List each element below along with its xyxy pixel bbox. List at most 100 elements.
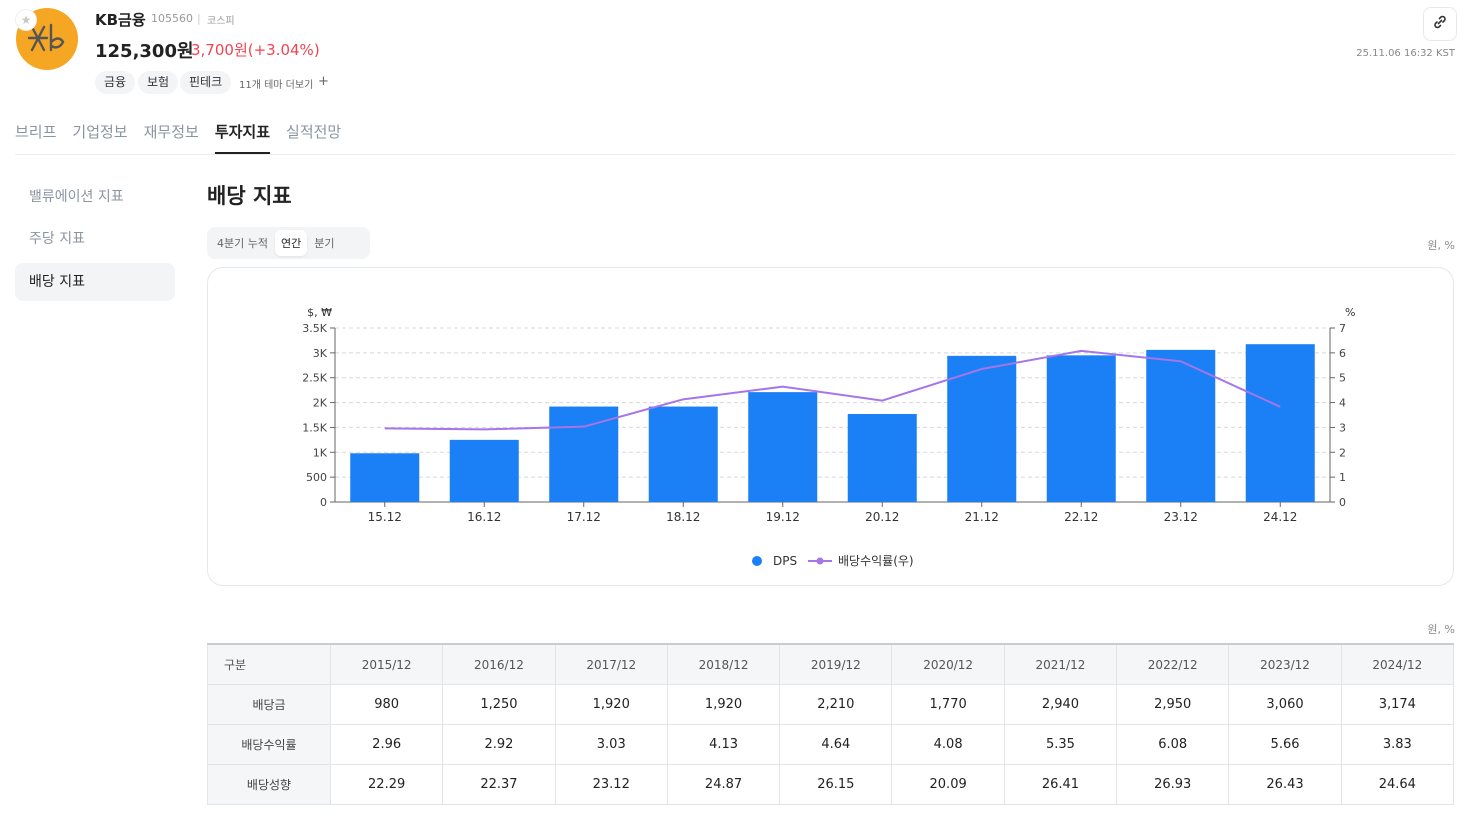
dividend-table: 구분 2015/12 2016/12 2017/12 2018/12 2019/… (207, 643, 1455, 805)
tab-brief[interactable]: 브리프 (15, 121, 56, 154)
x-tick-label: 15.12 (368, 510, 402, 524)
table-cell: 1,250 (442, 684, 556, 725)
price-change: 3,700원(+3.04%) (191, 41, 320, 59)
table-cell: 22.37 (442, 764, 556, 805)
chart-unit-label: 원, % (1427, 239, 1455, 252)
dividend-yield-line (384, 349, 1281, 431)
x-tick-label: 20.12 (865, 510, 899, 524)
table-header-cell: 2023/12 (1228, 643, 1342, 685)
table-header-cell: 2017/12 (554, 643, 668, 685)
legend-dps-label: DPS (773, 554, 797, 568)
table-header-cell: 2022/12 (1116, 643, 1230, 685)
x-tick-label: 17.12 (567, 510, 601, 524)
y-right-tick-label: 6 (1339, 347, 1346, 360)
table-cell: 3.83 (1340, 724, 1455, 765)
y-left-tick-label: 0 (320, 496, 327, 509)
table-cell: 26.15 (779, 764, 893, 805)
timestamp: 25.11.06 16:32 KST (1356, 48, 1455, 59)
table-cell: 2.96 (329, 724, 444, 765)
table-cell: 1,920 (666, 684, 781, 725)
table-cell: 1,920 (554, 684, 668, 725)
dps-bar (449, 439, 519, 502)
x-tick-label: 18.12 (666, 510, 700, 524)
legend-yield-marker (816, 557, 824, 565)
page-title: 배당 지표 (207, 184, 292, 208)
table-header-cell: 구분 (207, 643, 331, 685)
tab-divider (15, 154, 1455, 155)
dps-bar (648, 406, 718, 502)
period-option-4q-cumulative[interactable]: 4분기 누적 (211, 230, 274, 256)
table-cell: 6.08 (1116, 724, 1230, 765)
dividend-chart: 0 500 1K 1.5K 2K 2.5K 3K 3.5K 0 1 2 3 4 5 6 7 $, ₩ % 15.12… (302, 306, 1355, 568)
table-cell: 26.41 (1003, 764, 1118, 805)
table-cell: 4.64 (779, 724, 893, 765)
y-right-tick-label: 0 (1339, 496, 1346, 509)
table-header-cell: 2015/12 (329, 643, 444, 685)
y-right-axis-label: % (1345, 306, 1355, 319)
table-cell: 24.64 (1340, 764, 1455, 805)
y-left-axis-label: $, ₩ (307, 306, 332, 319)
y-left-tick-label: 2.5K (302, 372, 327, 385)
table-header-cell: 2019/12 (779, 643, 893, 685)
header-separator: | (197, 12, 201, 25)
tab-earnings-forecast[interactable]: 실적전망 (286, 121, 341, 154)
link-icon (1432, 14, 1448, 34)
dps-bar (1245, 344, 1315, 502)
share-link-button[interactable] (1423, 7, 1457, 41)
table-cell: 26.93 (1116, 764, 1230, 805)
stock-name: KB금융 (95, 11, 146, 29)
table-cell: 5.35 (1003, 724, 1118, 765)
table-cell: 3.03 (554, 724, 668, 765)
theme-tag[interactable]: 핀테크 (180, 71, 232, 94)
dps-bar (947, 355, 1017, 502)
table-cell: 1,770 (891, 684, 1005, 725)
table-cell: 26.43 (1228, 764, 1342, 805)
current-price: 125,300원 (95, 41, 194, 62)
table-header-cell: 2024/12 (1340, 643, 1455, 685)
row-label: 배당수익률 (207, 724, 331, 765)
table-cell: 23.12 (554, 764, 668, 805)
plus-icon[interactable]: + (318, 74, 329, 89)
table-cell: 2.92 (442, 724, 556, 765)
period-option-quarterly[interactable]: 분기 (308, 230, 340, 256)
period-option-annual[interactable]: 연간 (274, 230, 308, 256)
table-cell: 22.29 (329, 764, 444, 805)
y-right-tick-label: 1 (1339, 471, 1346, 484)
x-tick-label: 21.12 (965, 510, 999, 524)
sidebar-item-per-share[interactable]: 주당 지표 (15, 220, 175, 258)
stock-code: 105560 (151, 12, 193, 25)
tab-investment-indicators[interactable]: 투자지표 (214, 121, 271, 154)
y-right-tick-label: 7 (1339, 322, 1346, 335)
table-cell: 24.87 (666, 764, 781, 805)
x-tick-label: 19.12 (766, 510, 800, 524)
table-header-row: 구분 2015/12 2016/12 2017/12 2018/12 2019/… (207, 643, 1455, 685)
table-cell: 980 (329, 684, 444, 725)
y-right-tick-label: 3 (1339, 421, 1346, 434)
row-label: 배당금 (207, 684, 331, 725)
y-right-tick-label: 4 (1339, 397, 1346, 410)
tab-company-info[interactable]: 기업정보 (72, 121, 127, 154)
favorite-star-icon[interactable]: ★ (16, 10, 36, 30)
table-row: 배당성향 22.29 22.37 23.12 24.87 26.15 20.09… (207, 764, 1455, 805)
table-cell: 2,950 (1116, 684, 1230, 725)
x-tick-label: 22.12 (1064, 510, 1098, 524)
table-cell: 4.08 (891, 724, 1005, 765)
x-tick-label: 23.12 (1164, 510, 1198, 524)
sidebar-item-valuation[interactable]: 밸류에이션 지표 (15, 178, 175, 216)
more-themes-link[interactable]: 11개 테마 더보기 (239, 76, 313, 91)
theme-tag[interactable]: 금융 (95, 71, 136, 94)
tab-financials[interactable]: 재무정보 (144, 121, 199, 154)
y-left-tick-label: 2K (313, 397, 328, 410)
sidebar-item-dividend[interactable]: 배당 지표 (15, 263, 175, 301)
theme-tag[interactable]: 보험 (138, 71, 179, 94)
period-selector: 4분기 누적 연간 분기 (207, 227, 370, 259)
dps-bar (748, 392, 818, 502)
table-cell: 3,060 (1228, 684, 1342, 725)
legend-yield-label: 배당수익률(우) (838, 554, 914, 568)
table-cell: 4.13 (666, 724, 781, 765)
table-cell: 2,940 (1003, 684, 1118, 725)
table-unit-label: 원, % (1427, 623, 1455, 636)
table-row: 배당수익률 2.96 2.92 3.03 4.13 4.64 4.08 5.35… (207, 724, 1455, 765)
row-label: 배당성향 (207, 764, 331, 805)
y-right-tick-label: 2 (1339, 446, 1346, 459)
